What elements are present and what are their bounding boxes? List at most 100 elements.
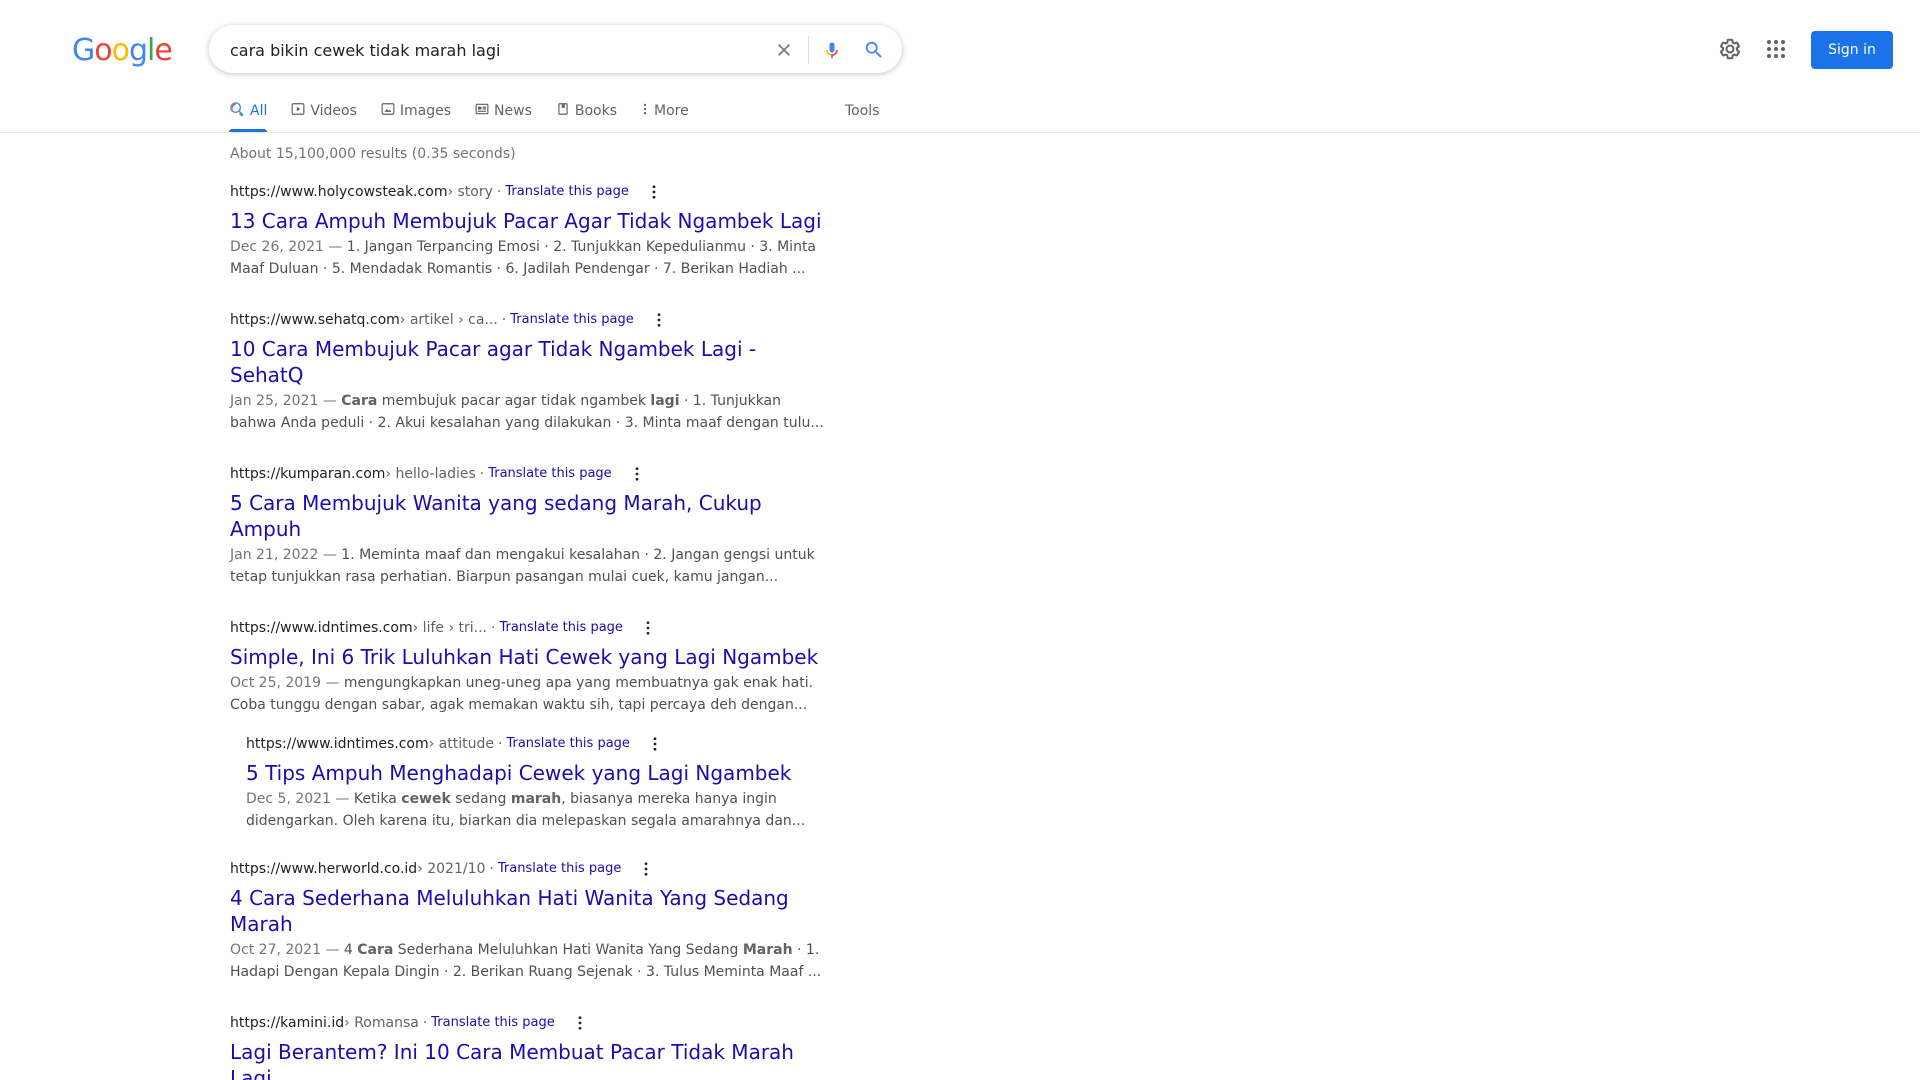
logo-letter: e: [154, 33, 172, 68]
result-snippet: Oct 25, 2019 — mengungkapkan uneg-uneg a…: [230, 672, 830, 716]
result-url-path: › attitude: [428, 736, 494, 752]
separator: ·: [479, 466, 485, 482]
search-result: https://www.herworld.co.id › 2021/10 · Tra…: [230, 859, 830, 983]
snippet-highlight: Cara: [357, 942, 394, 958]
logo-letter: g: [128, 33, 148, 68]
snippet-text: Ketika: [353, 791, 402, 807]
logo-letter: G: [72, 33, 95, 68]
result-url-path: › life › tri...: [412, 620, 487, 636]
result-snippet: Jan 25, 2021 — Cara membujuk pacar agar …: [230, 390, 830, 434]
more-vert-icon[interactable]: [646, 735, 664, 753]
result-url-host[interactable]: https://www.idntimes.com: [230, 618, 413, 638]
clear-icon[interactable]: [772, 38, 796, 62]
snippet-text: 4: [343, 942, 358, 958]
translate-link[interactable]: Translate this page: [431, 1013, 554, 1033]
apps-grid-icon[interactable]: [1764, 37, 1788, 61]
result-snippet: Jan 21, 2022 — 1. Meminta maaf dan menga…: [230, 544, 830, 588]
result-title[interactable]: Simple, Ini 6 Trik Luluhkan Hati Cewek y…: [230, 644, 830, 670]
snippet-text: sedang: [450, 791, 511, 807]
tab-videos[interactable]: Videos: [291, 96, 357, 126]
tab-books[interactable]: Books: [556, 96, 617, 126]
result-snippet: Dec 26, 2021 — 1. Jangan Terpancing Emos…: [230, 236, 830, 280]
translate-link[interactable]: Translate this page: [506, 734, 629, 754]
result-title[interactable]: Lagi Berantem? Ini 10 Cara Membuat Pacar…: [230, 1039, 830, 1080]
search-input[interactable]: [230, 38, 750, 62]
news-icon: [475, 102, 494, 120]
result-date: Oct 25, 2019 —: [230, 675, 344, 691]
more-vert-icon[interactable]: [639, 619, 657, 637]
result-url-host[interactable]: https://kamini.id: [230, 1013, 344, 1033]
more-vert-icon[interactable]: [645, 183, 663, 201]
result-date: Oct 27, 2021 —: [230, 942, 344, 958]
result-url-host[interactable]: https://www.sehatq.com: [230, 310, 400, 330]
tab-label: News: [494, 103, 532, 119]
result-cite: https://www.sehatq.com › artikel › ca...…: [230, 310, 830, 330]
separator: ·: [501, 312, 507, 328]
more-vert-icon: [641, 102, 654, 120]
result-date: Dec 26, 2021 —: [230, 239, 347, 255]
tab-all[interactable]: All: [229, 96, 268, 132]
translate-link[interactable]: Translate this page: [499, 618, 622, 638]
more-vert-icon[interactable]: [650, 311, 668, 329]
search-result: https://www.idntimes.com › life › tri...…: [230, 618, 830, 716]
result-title[interactable]: 5 Cara Membujuk Wanita yang sedang Marah…: [230, 490, 830, 542]
translate-link[interactable]: Translate this page: [498, 859, 621, 879]
tab-label: More: [654, 103, 689, 119]
tools-button[interactable]: Tools: [845, 96, 880, 126]
result-url-host[interactable]: https://www.idntimes.com: [246, 734, 429, 754]
mic-icon[interactable]: [820, 38, 844, 62]
snippet-highlight: Marah: [742, 942, 793, 958]
result-title[interactable]: 5 Tips Ampuh Menghadapi Cewek yang Lagi …: [246, 760, 830, 786]
search-result: https://kamini.id › Romansa · Translate th…: [230, 1013, 830, 1080]
translate-link[interactable]: Translate this page: [505, 182, 628, 202]
result-url-host[interactable]: https://www.holycowsteak.com: [230, 182, 447, 202]
tab-label: Books: [574, 103, 618, 119]
tab-news[interactable]: News: [475, 96, 532, 126]
snippet-text: membujuk pacar agar tidak ngambek: [377, 393, 651, 409]
result-url-path: › story: [447, 184, 493, 200]
search-tabs: All Videos Images News Books More: [229, 96, 713, 132]
result-url-path: › artikel › ca...: [399, 312, 498, 328]
separator: ·: [422, 1015, 428, 1031]
search-result-sub: https://www.idntimes.com › attitude · Tran…: [246, 734, 830, 832]
result-cite: https://www.idntimes.com › attitude · Tran…: [246, 734, 830, 754]
result-title[interactable]: 13 Cara Ampuh Membujuk Pacar Agar Tidak …: [230, 208, 830, 234]
result-url-host[interactable]: https://kumparan.com: [230, 464, 385, 484]
header-divider: [0, 132, 1920, 133]
result-cite: https://kamini.id › Romansa · Translate th…: [230, 1013, 830, 1033]
result-cite: https://www.idntimes.com › life › tri...…: [230, 618, 830, 638]
result-title[interactable]: 4 Cara Sederhana Meluluhkan Hati Wanita …: [230, 885, 830, 937]
result-url-path: › 2021/10: [417, 861, 486, 877]
separator: ·: [489, 861, 494, 877]
separator: ·: [490, 620, 496, 636]
snippet-highlight: cewek: [401, 791, 451, 807]
settings-gear-icon[interactable]: [1718, 37, 1742, 61]
image-icon: [381, 102, 400, 120]
translate-link[interactable]: Translate this page: [488, 464, 611, 484]
book-icon: [556, 102, 575, 120]
snippet-highlight: Cara: [341, 393, 378, 409]
more-vert-icon[interactable]: [637, 860, 655, 878]
translate-link[interactable]: Translate this page: [510, 310, 633, 330]
search-icon: [229, 101, 250, 121]
result-date: Jan 21, 2022 —: [230, 547, 342, 563]
separator: ·: [496, 184, 502, 200]
result-cite: https://www.herworld.co.id › 2021/10 · Tra…: [230, 859, 830, 879]
sign-in-button[interactable]: Sign in: [1811, 31, 1893, 69]
result-title[interactable]: 10 Cara Membujuk Pacar agar Tidak Ngambe…: [230, 336, 830, 388]
google-logo[interactable]: Google: [72, 33, 173, 69]
tab-images[interactable]: Images: [381, 96, 451, 126]
result-url-host[interactable]: https://www.herworld.co.id: [230, 859, 417, 879]
more-vert-icon[interactable]: [628, 465, 646, 483]
tab-more[interactable]: More: [641, 96, 689, 126]
video-icon: [291, 102, 310, 120]
search-icon[interactable]: [862, 38, 886, 62]
result-snippet: Oct 27, 2021 — 4 Cara Sederhana Meluluhk…: [230, 939, 830, 983]
result-cite: https://www.holycowsteak.com › story · Tra…: [230, 182, 830, 202]
tab-label: Images: [399, 103, 452, 119]
more-vert-icon[interactable]: [571, 1014, 589, 1032]
snippet-highlight: lagi: [650, 393, 680, 409]
result-date: Dec 5, 2021 —: [246, 791, 354, 807]
search-result: https://www.sehatq.com › artikel › ca...…: [230, 310, 830, 434]
result-stats: About 15,100,000 results (0.35 seconds): [230, 146, 516, 162]
